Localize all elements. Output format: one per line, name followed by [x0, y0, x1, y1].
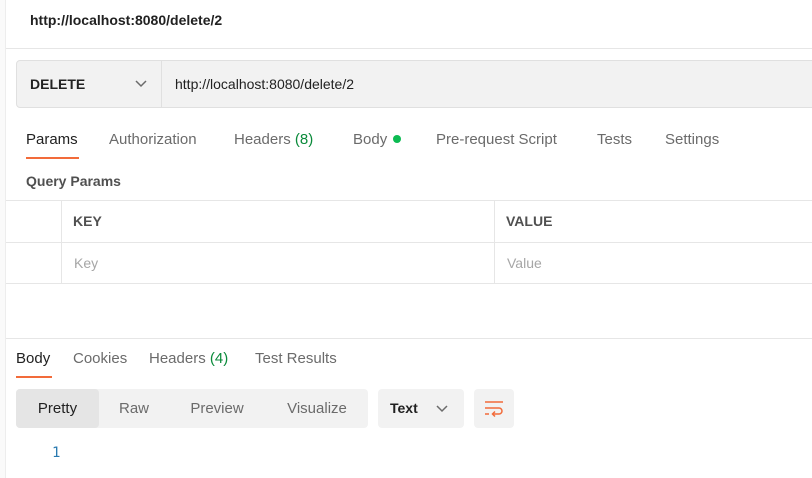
tab-response-headers[interactable]: Headers (4) — [149, 347, 228, 371]
table-border — [6, 200, 812, 201]
tab-params-label: Params — [26, 131, 78, 148]
tab-settings[interactable]: Settings — [665, 128, 719, 152]
param-key-input[interactable] — [74, 244, 484, 282]
chevron-down-icon — [436, 405, 448, 413]
tab-test-results[interactable]: Test Results — [255, 347, 337, 371]
tab-pre-request-script[interactable]: Pre-request Script — [436, 128, 557, 152]
tab-cookies-label: Cookies — [73, 350, 128, 367]
tab-body[interactable]: Body — [353, 128, 402, 152]
tab-response-body[interactable]: Body — [16, 347, 50, 371]
response-headers-count: (4) — [209, 350, 229, 367]
chevron-down-icon — [135, 80, 147, 88]
tab-response-headers-label: Headers — [149, 350, 206, 367]
tab-tests[interactable]: Tests — [597, 128, 632, 152]
tab-settings-label: Settings — [665, 131, 720, 148]
format-label: Text — [390, 400, 418, 416]
line-number: 1 — [52, 445, 61, 461]
response-divider — [6, 338, 812, 339]
method-select[interactable]: DELETE — [17, 61, 162, 107]
url-bar: DELETE — [16, 60, 812, 108]
divider — [6, 48, 812, 49]
tab-headers[interactable]: Headers (8) — [234, 128, 313, 152]
table-border — [494, 200, 495, 284]
preview-button[interactable]: Preview — [176, 389, 258, 428]
tab-params[interactable]: Params — [26, 128, 78, 152]
tab-body-label: Body — [353, 131, 388, 148]
headers-count: (8) — [294, 131, 314, 148]
url-input[interactable] — [162, 61, 762, 107]
body-status-dot — [393, 135, 402, 143]
query-params-heading: Query Params — [26, 173, 121, 189]
active-tab-indicator — [16, 376, 52, 378]
response-view-modes: Pretty Raw Preview Visualize — [16, 389, 368, 428]
column-header-key: KEY — [73, 213, 102, 229]
tab-test-results-label: Test Results — [255, 350, 337, 367]
table-border — [6, 283, 812, 284]
tab-cookies[interactable]: Cookies — [73, 347, 127, 371]
tab-authorization[interactable]: Authorization — [109, 128, 197, 152]
query-params-table: KEY VALUE — [6, 200, 812, 284]
table-border — [6, 242, 812, 243]
visualize-button[interactable]: Visualize — [274, 389, 360, 428]
wrap-lines-icon — [485, 401, 503, 418]
format-select[interactable]: Text — [378, 389, 464, 428]
request-title[interactable]: http://localhost:8080/delete/2 — [30, 9, 222, 31]
tab-tests-label: Tests — [597, 131, 633, 148]
tab-headers-label: Headers — [234, 131, 291, 148]
column-header-value: VALUE — [506, 213, 553, 229]
pretty-button[interactable]: Pretty — [16, 389, 99, 428]
tab-authorization-label: Authorization — [109, 131, 197, 148]
method-label: DELETE — [30, 76, 86, 92]
active-tab-indicator — [26, 157, 79, 159]
tab-pre-request-script-label: Pre-request Script — [436, 131, 557, 148]
table-border — [61, 200, 62, 284]
raw-button[interactable]: Raw — [106, 389, 162, 428]
param-value-input[interactable] — [507, 244, 807, 282]
wrap-lines-button[interactable] — [474, 389, 514, 428]
tab-response-body-label: Body — [16, 350, 51, 367]
